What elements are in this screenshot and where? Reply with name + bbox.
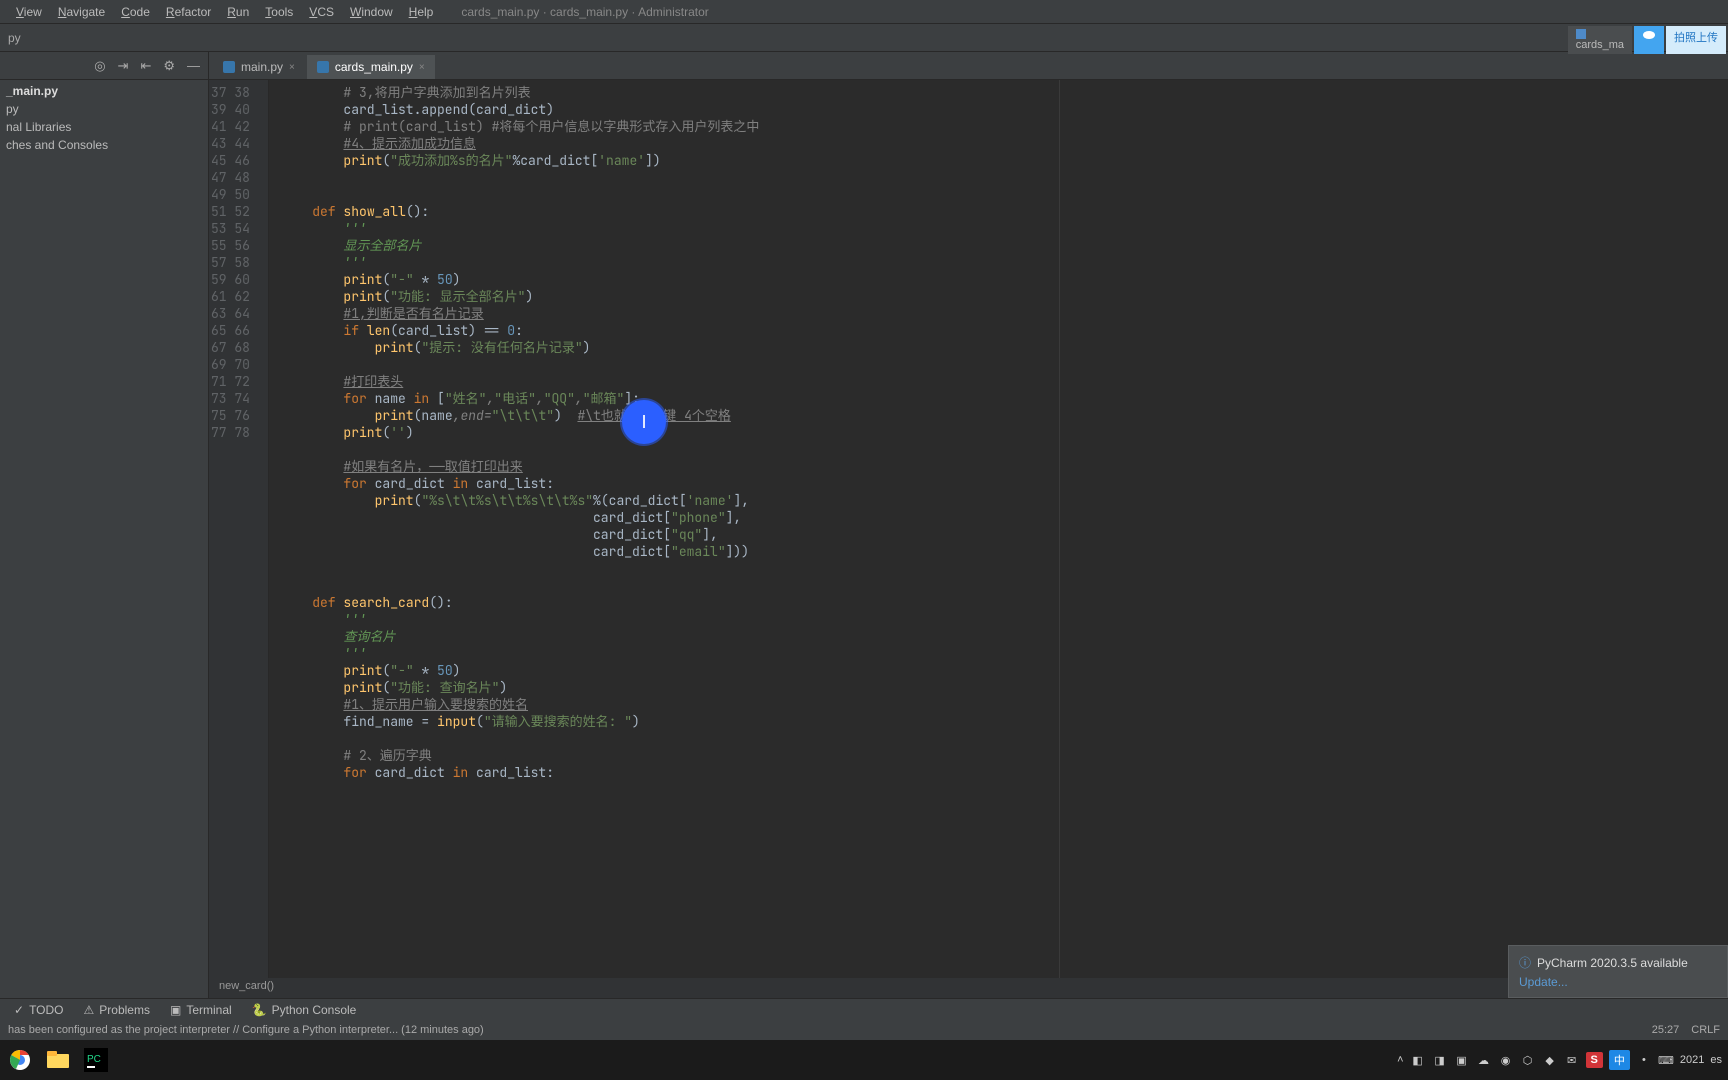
tab-cards_main-py[interactable]: cards_main.py ×	[307, 55, 435, 79]
ime-dot[interactable]: •	[1636, 1052, 1652, 1068]
tray-icon[interactable]: ◧	[1410, 1052, 1426, 1068]
taskbar: PC ˄ ◧ ◨ ▣ ☁ ◉ ⬡ ◆ ✉ S 中 • ⌨ 2021 es	[0, 1040, 1728, 1080]
tray-icon[interactable]: ☁	[1476, 1052, 1492, 1068]
project-panel: ◎ ⇥ ⇤ ⚙ — _main.pypynal Librariesches an…	[0, 52, 209, 998]
ime-keyboard-icon[interactable]: ⌨	[1658, 1052, 1674, 1068]
menu-tools[interactable]: Tools	[257, 2, 301, 22]
menu-view[interactable]: View	[8, 2, 50, 22]
tray-icon[interactable]: ◉	[1498, 1052, 1514, 1068]
ime-zh[interactable]: 中	[1609, 1050, 1630, 1070]
bottom-tab-python-console[interactable]: 🐍Python Console	[244, 1001, 365, 1019]
code-view[interactable]: 37 38 39 40 41 42 43 44 45 46 47 48 49 5…	[209, 80, 1728, 978]
menu-navigate[interactable]: Navigate	[50, 2, 113, 22]
bottom-tabs: ✓TODO⚠Problems▣Terminal🐍Python Console	[0, 998, 1728, 1020]
clock[interactable]: 2021	[1680, 1054, 1704, 1066]
python-icon	[317, 61, 329, 73]
tab-label: main.py	[241, 60, 283, 74]
bottom-tab-problems[interactable]: ⚠Problems	[76, 1001, 158, 1019]
cursor-highlight: I	[622, 400, 666, 444]
project-tree: _main.pypynal Librariesches and Consoles	[0, 80, 208, 156]
menu-run[interactable]: Run	[219, 2, 257, 22]
menu-vcs[interactable]: VCS	[301, 2, 342, 22]
tab-main-py[interactable]: main.py ×	[213, 55, 305, 79]
breadcrumb: py	[0, 31, 29, 45]
update-link[interactable]: Update...	[1519, 975, 1717, 989]
explorer-icon[interactable]	[44, 1046, 72, 1074]
upload-button[interactable]: 拍照上传	[1666, 26, 1726, 54]
caret-position[interactable]: 25:27	[1652, 1024, 1680, 1036]
cloud-icon[interactable]	[1634, 26, 1664, 54]
tab-icon: ✓	[14, 1003, 24, 1017]
notif-title: ⓘ PyCharm 2020.3.5 available	[1519, 954, 1717, 971]
system-tray: ˄ ◧ ◨ ▣ ☁ ◉ ⬡ ◆ ✉ S 中 • ⌨ 2021 es	[1397, 1050, 1722, 1070]
tab-icon: 🐍	[252, 1003, 267, 1017]
gear-icon[interactable]: ⚙	[163, 58, 175, 74]
tray-icon[interactable]: ⬡	[1520, 1052, 1536, 1068]
upload-badge: cards_ma 拍照上传	[1568, 26, 1726, 54]
expand-icon[interactable]: ⇤	[140, 58, 151, 74]
editor-area: main.py × cards_main.py × 37 38 39 40 41 42…	[209, 52, 1728, 998]
statusbar: has been configured as the project inter…	[0, 1020, 1728, 1040]
tree-item[interactable]: ches and Consoles	[0, 136, 208, 154]
target-icon[interactable]: ◎	[94, 58, 105, 74]
python-icon	[223, 61, 235, 73]
menubar: ViewNavigateCodeRefactorRunToolsVCSWindo…	[0, 0, 1728, 24]
status-message: has been configured as the project inter…	[8, 1024, 484, 1036]
tray-icon[interactable]: ✉	[1564, 1052, 1580, 1068]
code-lines[interactable]: # 3,将用户字典添加到名片列表 card_list.append(card_d…	[269, 80, 1728, 978]
ime-s[interactable]: S	[1586, 1052, 1603, 1068]
chrome-icon[interactable]	[6, 1046, 34, 1074]
gutter: 37 38 39 40 41 42 43 44 45 46 47 48 49 5…	[209, 80, 269, 978]
collapse-icon[interactable]: ⇥	[118, 58, 129, 74]
close-icon[interactable]: ×	[419, 62, 425, 73]
info-icon: ⓘ	[1519, 954, 1531, 971]
close-icon[interactable]: ×	[289, 62, 295, 73]
bottom-tab-todo[interactable]: ✓TODO	[6, 1001, 72, 1019]
status-more: es	[1710, 1054, 1722, 1066]
line-ending[interactable]: CRLF	[1691, 1024, 1720, 1036]
tray-up-icon[interactable]: ˄	[1397, 1054, 1403, 1066]
status-right: 25:27 CRLF	[1652, 1024, 1720, 1036]
tree-item[interactable]: nal Libraries	[0, 118, 208, 136]
pycharm-icon[interactable]: PC	[82, 1046, 110, 1074]
right-file-chip[interactable]: cards_ma	[1568, 26, 1632, 54]
window-title: cards_main.py · cards_main.py · Administ…	[461, 5, 708, 19]
update-notification: ⓘ PyCharm 2020.3.5 available Update...	[1508, 945, 1728, 998]
main-area: ◎ ⇥ ⇤ ⚙ — _main.pypynal Librariesches an…	[0, 52, 1728, 998]
menu-refactor[interactable]: Refactor	[158, 2, 219, 22]
code-breadcrumb[interactable]: new_card()	[209, 978, 1728, 998]
tray-icon[interactable]: ◨	[1432, 1052, 1448, 1068]
breadcrumb-bar: py cards_ma 拍照上传	[0, 24, 1728, 52]
bottom-tab-terminal[interactable]: ▣Terminal	[162, 1001, 240, 1019]
menu-help[interactable]: Help	[401, 2, 442, 22]
menu-code[interactable]: Code	[113, 2, 158, 22]
editor-tabs: main.py × cards_main.py ×	[209, 52, 1728, 80]
tree-item[interactable]: py	[0, 100, 208, 118]
right-margin	[1059, 80, 1060, 978]
tab-label: cards_main.py	[335, 60, 413, 74]
menu-items: ViewNavigateCodeRefactorRunToolsVCSWindo…	[8, 2, 441, 22]
tab-icon: ⚠	[84, 1003, 95, 1017]
menu-window[interactable]: Window	[342, 2, 401, 22]
tray-icon[interactable]: ◆	[1542, 1052, 1558, 1068]
tray-icon[interactable]: ▣	[1454, 1052, 1470, 1068]
project-toolbar: ◎ ⇥ ⇤ ⚙ —	[0, 52, 208, 80]
tab-icon: ▣	[170, 1003, 181, 1017]
tree-item[interactable]: _main.py	[0, 82, 208, 100]
svg-text:PC: PC	[87, 1054, 101, 1065]
hide-icon[interactable]: —	[187, 58, 200, 73]
